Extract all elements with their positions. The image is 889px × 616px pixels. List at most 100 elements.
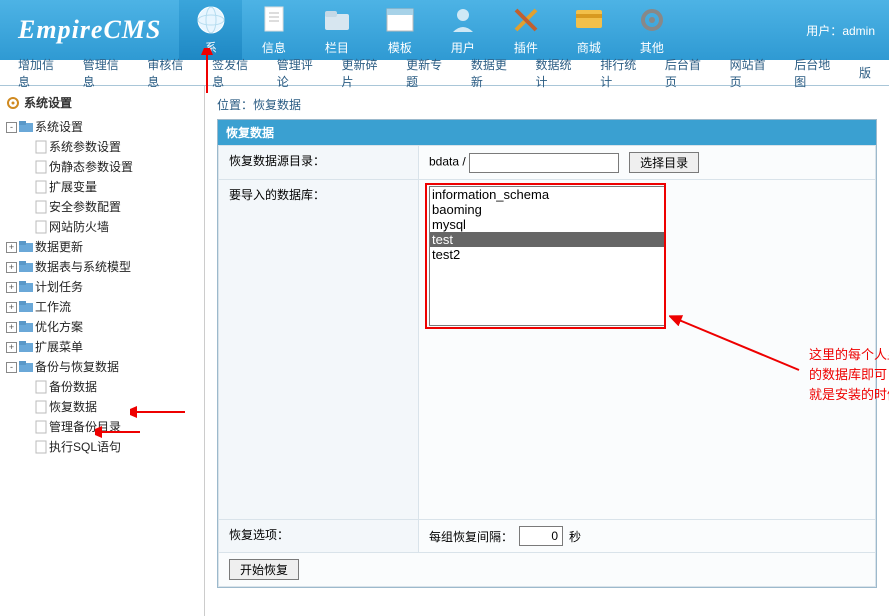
restore-panel: 恢复数据 恢复数据源目录： bdata / 选择目录 要导入的数据库： <box>217 119 877 588</box>
tree-leaf[interactable]: 伪静态参数设置 <box>22 157 198 177</box>
logo: EmpireCMS <box>0 15 179 45</box>
window-icon <box>385 5 415 35</box>
topnav-info[interactable]: 信息 <box>242 0 305 60</box>
db-option[interactable]: baoming <box>430 202 665 217</box>
expand-icon[interactable]: + <box>6 342 17 353</box>
tree-node[interactable]: +数据更新 <box>6 237 198 257</box>
subnav-item[interactable]: 版 <box>847 64 883 81</box>
tree-node[interactable]: +计划任务 <box>6 277 198 297</box>
file-icon <box>35 420 47 434</box>
folder-icon <box>19 341 33 353</box>
panel-title: 恢复数据 <box>218 120 876 145</box>
database-listbox[interactable]: information_schemabaomingmysqltesttest2 <box>429 186 666 326</box>
expand-icon[interactable]: + <box>6 242 17 253</box>
tree-node-backup[interactable]: - 备份与恢复数据 <box>6 357 198 377</box>
tree-leaf[interactable]: 管理备份目录 <box>22 417 198 437</box>
subnav-item[interactable]: 增加信息 <box>6 56 71 90</box>
document-icon <box>259 5 289 35</box>
subnav-item[interactable]: 更新碎片 <box>329 56 394 90</box>
user-icon <box>448 5 478 35</box>
folder-icon <box>19 281 33 293</box>
tree-leaf[interactable]: 安全参数配置 <box>22 197 198 217</box>
gear-icon <box>6 96 20 110</box>
subnav-item[interactable]: 数据统计 <box>524 56 589 90</box>
topnav-label: 模板 <box>388 39 412 56</box>
subnav-item[interactable]: 签发信息 <box>200 56 265 90</box>
folder-icon <box>19 301 33 313</box>
tree-node[interactable]: +扩展菜单 <box>6 337 198 357</box>
subnav-item[interactable]: 排行统计 <box>588 56 653 90</box>
collapse-icon[interactable]: - <box>6 122 17 133</box>
src-prefix: bdata / <box>429 155 466 169</box>
file-icon <box>35 400 47 414</box>
subnav-item[interactable]: 后台地图 <box>782 56 847 90</box>
breadcrumb-page: 恢复数据 <box>253 98 301 112</box>
interval-label: 每组恢复间隔： <box>429 528 513 545</box>
subnav-item[interactable]: 数据更新 <box>459 56 524 90</box>
tree-node[interactable]: +数据表与系统模型 <box>6 257 198 277</box>
topnav-system[interactable]: 系 <box>179 0 242 60</box>
db-option[interactable]: test2 <box>430 247 665 262</box>
tree-node[interactable]: +优化方案 <box>6 317 198 337</box>
subnav-item[interactable]: 管理评论 <box>265 56 330 90</box>
folder-icon <box>322 5 352 35</box>
tree-leaf[interactable]: 执行SQL语句 <box>22 437 198 457</box>
file-icon <box>35 200 47 214</box>
topnav-shop[interactable]: 商城 <box>557 0 620 60</box>
sidebar-title: 系统设置 <box>6 94 198 111</box>
subnav-item[interactable]: 审核信息 <box>135 56 200 90</box>
globe-icon <box>196 5 226 35</box>
breadcrumb: 位置：恢复数据 <box>217 96 877 113</box>
subnav-item[interactable]: 更新专题 <box>394 56 459 90</box>
annotation-arrow <box>669 310 809 380</box>
folder-icon <box>19 321 33 333</box>
src-dir-input[interactable] <box>469 153 619 173</box>
file-icon <box>35 180 47 194</box>
tools-icon <box>511 5 541 35</box>
main-content: 位置：恢复数据 恢复数据 恢复数据源目录： bdata / 选择目录 <box>205 86 889 616</box>
subnav-item[interactable]: 管理信息 <box>71 56 136 90</box>
topnav-template[interactable]: 模板 <box>368 0 431 60</box>
file-icon <box>35 440 47 454</box>
sub-nav: 增加信息 管理信息 审核信息 签发信息 管理评论 更新碎片 更新专题 数据更新 … <box>0 60 889 86</box>
sidebar: 系统设置 - 系统设置 系统参数设置 伪静态参数设置 扩展变量 安全参数配置 网… <box>0 86 205 616</box>
collapse-icon[interactable]: - <box>6 362 17 373</box>
db-option[interactable]: mysql <box>430 217 665 232</box>
topnav-column[interactable]: 栏目 <box>305 0 368 60</box>
subnav-item[interactable]: 网站首页 <box>718 56 783 90</box>
file-icon <box>35 140 47 154</box>
user-name: admin <box>842 24 875 38</box>
file-icon <box>35 220 47 234</box>
tree-leaf[interactable]: 扩展变量 <box>22 177 198 197</box>
topnav-label: 信息 <box>262 39 286 56</box>
subnav-item[interactable]: 后台首页 <box>653 56 718 90</box>
tree-leaf-restore[interactable]: 恢复数据 <box>22 397 198 417</box>
card-icon <box>574 5 604 35</box>
tree-leaf[interactable]: 备份数据 <box>22 377 198 397</box>
sidebar-tree: - 系统设置 系统参数设置 伪静态参数设置 扩展变量 安全参数配置 网站防火墙 … <box>6 117 198 457</box>
topnav-plugin[interactable]: 插件 <box>494 0 557 60</box>
topnav-user[interactable]: 用户 <box>431 0 494 60</box>
expand-icon[interactable]: + <box>6 302 17 313</box>
file-icon <box>35 380 47 394</box>
top-bar: EmpireCMS 系 信息 栏目 模板 用户 插件 商城 <box>0 0 889 60</box>
db-option[interactable]: information_schema <box>430 187 665 202</box>
tree-leaf[interactable]: 网站防火墙 <box>22 217 198 237</box>
db-option[interactable]: test <box>430 232 665 247</box>
expand-icon[interactable]: + <box>6 262 17 273</box>
annotation-text: 这里的每个人显示的都不一样，选好你 的数据库即可！test是我的数据库！也 就是… <box>809 345 889 405</box>
topnav-other[interactable]: 其他 <box>620 0 683 60</box>
folder-icon <box>19 241 33 253</box>
tree-leaf[interactable]: 系统参数设置 <box>22 137 198 157</box>
opts-label: 恢复选项： <box>219 520 419 553</box>
interval-input[interactable] <box>519 526 563 546</box>
topnav-label: 其他 <box>640 39 664 56</box>
expand-icon[interactable]: + <box>6 282 17 293</box>
tree-node[interactable]: +工作流 <box>6 297 198 317</box>
choose-dir-button[interactable]: 选择目录 <box>629 152 699 173</box>
topnav-label: 系 <box>205 39 217 56</box>
start-restore-button[interactable]: 开始恢复 <box>229 559 299 580</box>
expand-icon[interactable]: + <box>6 322 17 333</box>
tree-node-system[interactable]: - 系统设置 <box>6 117 198 137</box>
topnav-label: 栏目 <box>325 39 349 56</box>
